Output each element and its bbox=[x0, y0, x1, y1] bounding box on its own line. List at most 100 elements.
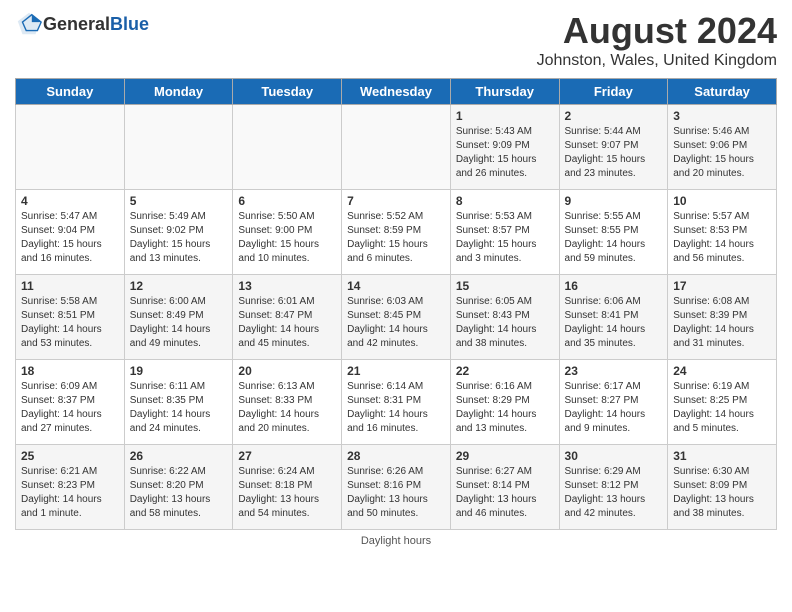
calendar-cell: 8 Sunrise: 5:53 AM Sunset: 8:57 PM Daylig… bbox=[450, 190, 559, 275]
weekday-header-monday: Monday bbox=[124, 79, 233, 105]
day-number: 23 bbox=[565, 364, 663, 378]
day-info: Sunrise: 5:52 AM Sunset: 8:59 PM Dayligh… bbox=[347, 210, 445, 266]
day-number: 28 bbox=[347, 449, 445, 463]
calendar-cell: 25 Sunrise: 6:21 AM Sunset: 8:23 PM Dayli… bbox=[16, 445, 125, 530]
day-info: Sunrise: 5:55 AM Sunset: 8:55 PM Dayligh… bbox=[565, 210, 663, 266]
calendar-cell: 16 Sunrise: 6:06 AM Sunset: 8:41 PM Dayli… bbox=[559, 275, 668, 360]
day-info: Sunrise: 6:09 AM Sunset: 8:37 PM Dayligh… bbox=[21, 380, 119, 436]
calendar-cell: 14 Sunrise: 6:03 AM Sunset: 8:45 PM Dayli… bbox=[342, 275, 451, 360]
calendar-cell: 28 Sunrise: 6:26 AM Sunset: 8:16 PM Dayli… bbox=[342, 445, 451, 530]
main-title: August 2024 bbox=[537, 10, 777, 52]
day-info: Sunrise: 6:22 AM Sunset: 8:20 PM Dayligh… bbox=[130, 465, 228, 521]
logo-general-text: General bbox=[43, 14, 110, 35]
day-number: 30 bbox=[565, 449, 663, 463]
weekday-header-friday: Friday bbox=[559, 79, 668, 105]
day-number: 15 bbox=[456, 279, 554, 293]
day-number: 24 bbox=[673, 364, 771, 378]
day-info: Sunrise: 6:13 AM Sunset: 8:33 PM Dayligh… bbox=[238, 380, 336, 436]
day-number: 3 bbox=[673, 109, 771, 123]
day-info: Sunrise: 5:47 AM Sunset: 9:04 PM Dayligh… bbox=[21, 210, 119, 266]
day-info: Sunrise: 6:24 AM Sunset: 8:18 PM Dayligh… bbox=[238, 465, 336, 521]
day-number: 18 bbox=[21, 364, 119, 378]
day-info: Sunrise: 6:00 AM Sunset: 8:49 PM Dayligh… bbox=[130, 295, 228, 351]
day-info: Sunrise: 5:46 AM Sunset: 9:06 PM Dayligh… bbox=[673, 125, 771, 181]
day-number: 29 bbox=[456, 449, 554, 463]
calendar-cell: 21 Sunrise: 6:14 AM Sunset: 8:31 PM Dayli… bbox=[342, 360, 451, 445]
day-number: 31 bbox=[673, 449, 771, 463]
day-number: 13 bbox=[238, 279, 336, 293]
day-info: Sunrise: 5:53 AM Sunset: 8:57 PM Dayligh… bbox=[456, 210, 554, 266]
day-number: 5 bbox=[130, 194, 228, 208]
header: General Blue August 2024 Johnston, Wales… bbox=[15, 10, 777, 70]
day-info: Sunrise: 6:03 AM Sunset: 8:45 PM Dayligh… bbox=[347, 295, 445, 351]
day-info: Sunrise: 6:11 AM Sunset: 8:35 PM Dayligh… bbox=[130, 380, 228, 436]
title-area: August 2024 Johnston, Wales, United King… bbox=[537, 10, 777, 70]
day-info: Sunrise: 6:05 AM Sunset: 8:43 PM Dayligh… bbox=[456, 295, 554, 351]
calendar-table: SundayMondayTuesdayWednesdayThursdayFrid… bbox=[15, 78, 777, 530]
logo: General Blue bbox=[15, 10, 149, 38]
day-info: Sunrise: 5:57 AM Sunset: 8:53 PM Dayligh… bbox=[673, 210, 771, 266]
day-info: Sunrise: 6:14 AM Sunset: 8:31 PM Dayligh… bbox=[347, 380, 445, 436]
day-info: Sunrise: 6:06 AM Sunset: 8:41 PM Dayligh… bbox=[565, 295, 663, 351]
day-number: 27 bbox=[238, 449, 336, 463]
calendar-cell: 23 Sunrise: 6:17 AM Sunset: 8:27 PM Dayli… bbox=[559, 360, 668, 445]
day-info: Sunrise: 5:43 AM Sunset: 9:09 PM Dayligh… bbox=[456, 125, 554, 181]
day-info: Sunrise: 6:21 AM Sunset: 8:23 PM Dayligh… bbox=[21, 465, 119, 521]
day-info: Sunrise: 5:44 AM Sunset: 9:07 PM Dayligh… bbox=[565, 125, 663, 181]
day-number: 2 bbox=[565, 109, 663, 123]
weekday-header-row: SundayMondayTuesdayWednesdayThursdayFrid… bbox=[16, 79, 777, 105]
calendar-cell: 26 Sunrise: 6:22 AM Sunset: 8:20 PM Dayli… bbox=[124, 445, 233, 530]
calendar-cell: 3 Sunrise: 5:46 AM Sunset: 9:06 PM Daylig… bbox=[668, 105, 777, 190]
day-number: 4 bbox=[21, 194, 119, 208]
calendar-cell: 30 Sunrise: 6:29 AM Sunset: 8:12 PM Dayli… bbox=[559, 445, 668, 530]
day-info: Sunrise: 5:49 AM Sunset: 9:02 PM Dayligh… bbox=[130, 210, 228, 266]
calendar-cell: 27 Sunrise: 6:24 AM Sunset: 8:18 PM Dayli… bbox=[233, 445, 342, 530]
calendar-cell: 2 Sunrise: 5:44 AM Sunset: 9:07 PM Daylig… bbox=[559, 105, 668, 190]
day-number: 8 bbox=[456, 194, 554, 208]
day-number: 19 bbox=[130, 364, 228, 378]
calendar-cell: 29 Sunrise: 6:27 AM Sunset: 8:14 PM Dayli… bbox=[450, 445, 559, 530]
day-number: 9 bbox=[565, 194, 663, 208]
weekday-header-saturday: Saturday bbox=[668, 79, 777, 105]
day-info: Sunrise: 6:16 AM Sunset: 8:29 PM Dayligh… bbox=[456, 380, 554, 436]
day-info: Sunrise: 5:58 AM Sunset: 8:51 PM Dayligh… bbox=[21, 295, 119, 351]
calendar-cell bbox=[124, 105, 233, 190]
calendar-cell: 6Sunrise: 5:50 AM Sunset: 9:00 PM Daylig… bbox=[233, 190, 342, 275]
footer-note: Daylight hours bbox=[15, 535, 777, 547]
day-number: 26 bbox=[130, 449, 228, 463]
week-row-5: 25 Sunrise: 6:21 AM Sunset: 8:23 PM Dayli… bbox=[16, 445, 777, 530]
calendar-cell: 22Sunrise: 6:16 AM Sunset: 8:29 PM Dayli… bbox=[450, 360, 559, 445]
calendar-cell: 19 Sunrise: 6:11 AM Sunset: 8:35 PM Dayli… bbox=[124, 360, 233, 445]
week-row-2: 4 Sunrise: 5:47 AM Sunset: 9:04 PM Daylig… bbox=[16, 190, 777, 275]
weekday-header-wednesday: Wednesday bbox=[342, 79, 451, 105]
calendar-cell: 4 Sunrise: 5:47 AM Sunset: 9:04 PM Daylig… bbox=[16, 190, 125, 275]
day-info: Sunrise: 6:17 AM Sunset: 8:27 PM Dayligh… bbox=[565, 380, 663, 436]
day-number: 25 bbox=[21, 449, 119, 463]
calendar-cell bbox=[342, 105, 451, 190]
calendar-cell: 31Sunrise: 6:30 AM Sunset: 8:09 PM Dayli… bbox=[668, 445, 777, 530]
day-number: 21 bbox=[347, 364, 445, 378]
day-number: 11 bbox=[21, 279, 119, 293]
day-number: 7 bbox=[347, 194, 445, 208]
day-number: 17 bbox=[673, 279, 771, 293]
day-number: 12 bbox=[130, 279, 228, 293]
day-number: 16 bbox=[565, 279, 663, 293]
calendar-cell: 5 Sunrise: 5:49 AM Sunset: 9:02 PM Daylig… bbox=[124, 190, 233, 275]
subtitle: Johnston, Wales, United Kingdom bbox=[537, 52, 777, 70]
day-info: Sunrise: 6:29 AM Sunset: 8:12 PM Dayligh… bbox=[565, 465, 663, 521]
week-row-3: 11 Sunrise: 5:58 AM Sunset: 8:51 PM Dayli… bbox=[16, 275, 777, 360]
day-info: Sunrise: 6:26 AM Sunset: 8:16 PM Dayligh… bbox=[347, 465, 445, 521]
calendar-cell bbox=[16, 105, 125, 190]
calendar-cell: 24Sunrise: 6:19 AM Sunset: 8:25 PM Dayli… bbox=[668, 360, 777, 445]
day-number: 20 bbox=[238, 364, 336, 378]
calendar-cell: 20 Sunrise: 6:13 AM Sunset: 8:33 PM Dayli… bbox=[233, 360, 342, 445]
week-row-1: 1 Sunrise: 5:43 AM Sunset: 9:09 PM Daylig… bbox=[16, 105, 777, 190]
weekday-header-sunday: Sunday bbox=[16, 79, 125, 105]
day-info: Sunrise: 6:27 AM Sunset: 8:14 PM Dayligh… bbox=[456, 465, 554, 521]
weekday-header-tuesday: Tuesday bbox=[233, 79, 342, 105]
calendar-cell: 12 Sunrise: 6:00 AM Sunset: 8:49 PM Dayli… bbox=[124, 275, 233, 360]
calendar-cell bbox=[233, 105, 342, 190]
day-number: 14 bbox=[347, 279, 445, 293]
day-number: 1 bbox=[456, 109, 554, 123]
day-info: Sunrise: 6:08 AM Sunset: 8:39 PM Dayligh… bbox=[673, 295, 771, 351]
